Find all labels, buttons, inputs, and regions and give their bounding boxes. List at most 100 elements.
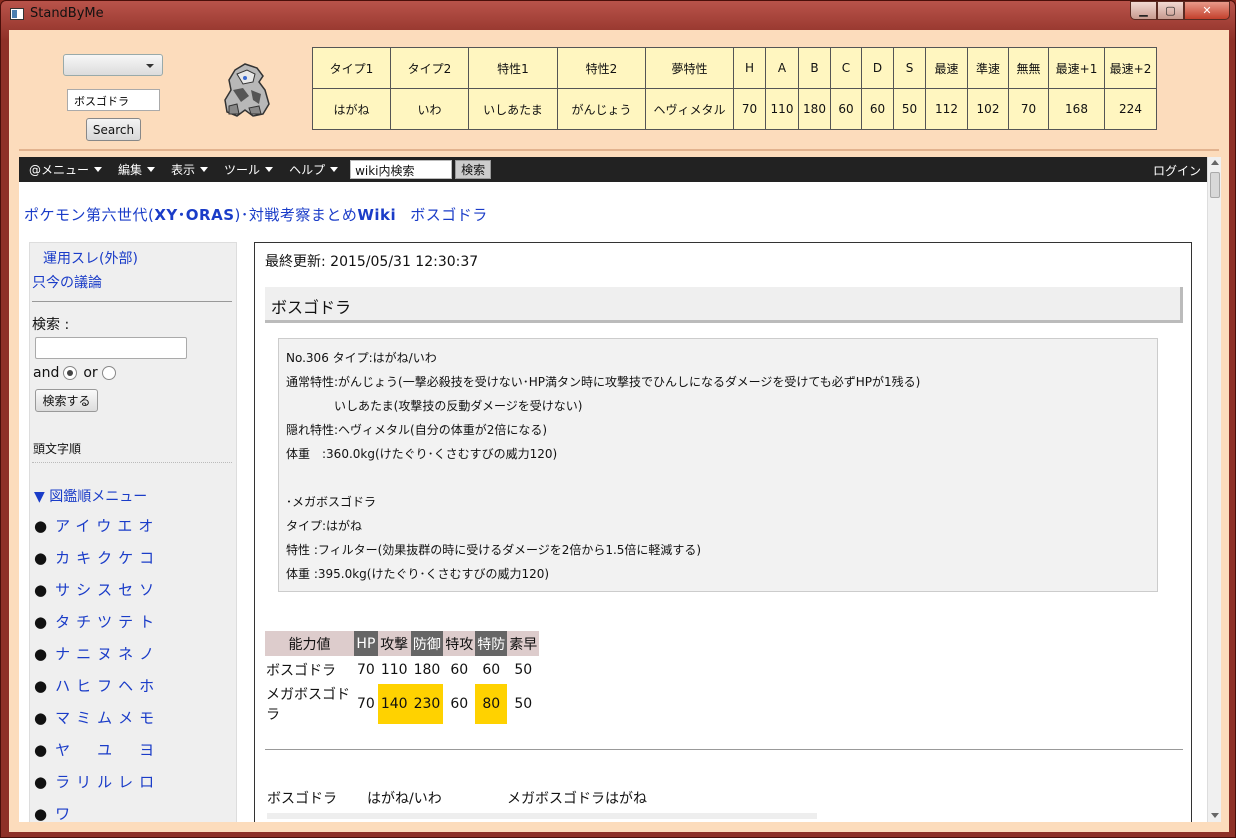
- header-cell: 最速: [925, 47, 968, 89]
- site-title-wiki: Wiki: [357, 206, 397, 224]
- pokedex-menu-toggle[interactable]: ▼ 図鑑順メニュー: [34, 486, 147, 506]
- sidebar-divider: [32, 301, 232, 302]
- kana-item[interactable]: ● ヤ ユ ヨ: [34, 739, 160, 771]
- maximize-button[interactable]: ▢: [1157, 1, 1184, 20]
- vertical-scrollbar[interactable]: [1207, 157, 1221, 822]
- caret-down-icon: [330, 167, 339, 172]
- login-link[interactable]: ログイン: [1153, 162, 1201, 179]
- window-title: StandByMe: [30, 6, 104, 21]
- type-row-type: はがね: [605, 791, 647, 807]
- kana-item[interactable]: ● アイウエオ: [34, 515, 160, 547]
- nav-view-label: 表示: [171, 163, 196, 177]
- kana-item[interactable]: ● ワ: [34, 803, 160, 822]
- discussion-link[interactable]: 只今の議論: [32, 272, 102, 292]
- bullet-icon: ●: [34, 773, 48, 791]
- value-cell: 224: [1104, 88, 1157, 130]
- sidebar-search-input[interactable]: [35, 337, 187, 359]
- or-radio[interactable]: [101, 366, 116, 380]
- bullet-icon: ●: [34, 677, 48, 695]
- app-icon: [10, 8, 24, 20]
- bullet-icon: ●: [34, 549, 48, 567]
- pokemon-combo-box[interactable]: [63, 54, 163, 76]
- wiki-search-button[interactable]: 検索: [455, 160, 492, 179]
- stat-cell: 110: [380, 662, 408, 678]
- info-line: 体重 :360.0kg(けたぐり･くさむすびの威力120): [286, 447, 558, 461]
- nav-edit[interactable]: 編集: [118, 161, 156, 178]
- base-stat-table: 能力値 HP 攻撃 防御 特攻 特防 素早 ボスゴドラ 70 110 180 6…: [265, 631, 540, 724]
- info-box: No.306 タイプ:はがね/いわ 通常特性:がんじょう(一撃必殺技を受けない･…: [278, 338, 1158, 592]
- wiki-navbar: @メニュー 編集 表示 ツール ヘルプ wiki内検索 検索 ログイン: [19, 157, 1207, 182]
- scroll-thumb[interactable]: [1210, 172, 1220, 198]
- value-cell: いわ: [390, 88, 469, 130]
- value-cell: 70: [733, 88, 766, 130]
- sidebar-search-button[interactable]: 検索する: [35, 389, 98, 412]
- type-summary-row: ボスゴドラ はがね/いわ メガボスゴドラはがね: [267, 788, 647, 808]
- panel-divider: [19, 149, 1219, 151]
- nav-menu[interactable]: @メニュー: [29, 161, 103, 178]
- pokemon-stats-table: タイプ1 タイプ2 特性1 特性2 夢特性 H A B C D S 最速 準速 …: [312, 47, 1157, 130]
- kana-item-label: サシスセソ: [55, 581, 161, 599]
- value-cell: がんじょう: [557, 88, 646, 130]
- value-cell: 50: [893, 88, 926, 130]
- nav-menu-label: @メニュー: [29, 163, 90, 177]
- close-button[interactable]: ✕: [1184, 1, 1230, 20]
- info-line: いしあたま(攻撃技の反動ダメージを受けない): [286, 399, 583, 413]
- stat-cell-highlight: 80: [475, 684, 508, 724]
- info-line: 隠れ特性:ヘヴィメタル(自分の体重が2倍になる): [286, 423, 548, 437]
- header-cell: B: [798, 47, 831, 89]
- info-line: 体重 :395.0kg(けたぐり･くさむすびの威力120): [286, 567, 550, 581]
- minimize-button[interactable]: ▁: [1130, 1, 1157, 20]
- stat-cell-highlight: 140: [377, 684, 411, 724]
- kana-item-label: マミムメモ: [55, 709, 161, 727]
- kana-item[interactable]: ● マミムメモ: [34, 707, 160, 739]
- stat-header: 攻撃: [377, 631, 411, 656]
- header-cell: タイプ1: [312, 47, 391, 89]
- stat-header-row: 能力値 HP 攻撃 防御 特攻 特防 素早: [265, 631, 540, 656]
- kana-item[interactable]: ● ハヒフヘホ: [34, 675, 160, 707]
- kana-item[interactable]: ● カキクケコ: [34, 547, 160, 579]
- kana-item[interactable]: ● タチツテト: [34, 611, 160, 643]
- nav-view[interactable]: 表示: [171, 161, 209, 178]
- stat-header: 能力値: [265, 631, 354, 656]
- stat-header: 特防: [475, 631, 508, 656]
- stat-cell: 50: [514, 696, 533, 712]
- title-bar[interactable]: StandByMe ▁ ▢ ✕: [1, 1, 1236, 29]
- kana-item-label: ヤ ユ ヨ: [55, 741, 161, 759]
- pokemon-name-input[interactable]: ボスゴドラ: [67, 89, 160, 111]
- nav-tools-label: ツール: [224, 163, 261, 177]
- scroll-down-icon[interactable]: [1211, 813, 1219, 818]
- site-title-bold: XY･ORAS: [154, 206, 235, 224]
- bullet-icon: ●: [34, 613, 48, 631]
- heading-box: ボスゴドラ: [265, 287, 1183, 323]
- value-cell: 70: [1008, 88, 1049, 130]
- info-line: タイプ:はがね: [286, 519, 363, 533]
- site-title-prefix: ポケモン第六世代(: [24, 206, 155, 224]
- initial-order-heading: 頭文字順: [33, 442, 82, 456]
- table-row: メガボスゴドラ 70 140 230 60 80 50: [265, 684, 539, 724]
- kana-item[interactable]: ● ナニヌネノ: [34, 643, 160, 675]
- kana-item-label: ラリルレロ: [55, 773, 161, 791]
- stat-cell: 60: [482, 662, 501, 678]
- stat-header: 防御: [410, 631, 444, 656]
- info-line: 通常特性:がんじょう(一撃必殺技を受けない･HP満タン時に攻撃技でひんしになるダ…: [286, 375, 921, 389]
- caret-down-icon: [265, 167, 274, 172]
- search-button[interactable]: Search: [86, 118, 141, 141]
- nav-tools[interactable]: ツール: [224, 161, 274, 178]
- value-cell: 180: [798, 88, 831, 130]
- wiki-search-input[interactable]: wiki内検索: [350, 160, 453, 179]
- kana-item[interactable]: ● サシスセソ: [34, 579, 160, 611]
- or-label: or: [83, 365, 98, 381]
- window-controls: ▁ ▢ ✕: [1130, 1, 1230, 21]
- stat-cell: 60: [450, 696, 469, 712]
- page-heading: ボスゴドラ: [271, 298, 352, 317]
- nav-help[interactable]: ヘルプ: [289, 161, 339, 178]
- external-thread-link[interactable]: 運用スレ(外部): [43, 248, 138, 268]
- site-title[interactable]: ポケモン第六世代(XY･ORAS)･対戦考察まとめWiki ボスゴドラ: [24, 204, 488, 225]
- and-radio[interactable]: [63, 366, 78, 380]
- stat-cell: 70: [357, 696, 375, 712]
- page-name-link[interactable]: ボスゴドラ: [410, 206, 488, 224]
- scroll-up-icon[interactable]: [1211, 160, 1219, 165]
- kana-item[interactable]: ● ラリルレロ: [34, 771, 160, 803]
- sidebar-search-label: 検索 :: [32, 317, 70, 333]
- header-cell: 特性2: [557, 47, 646, 89]
